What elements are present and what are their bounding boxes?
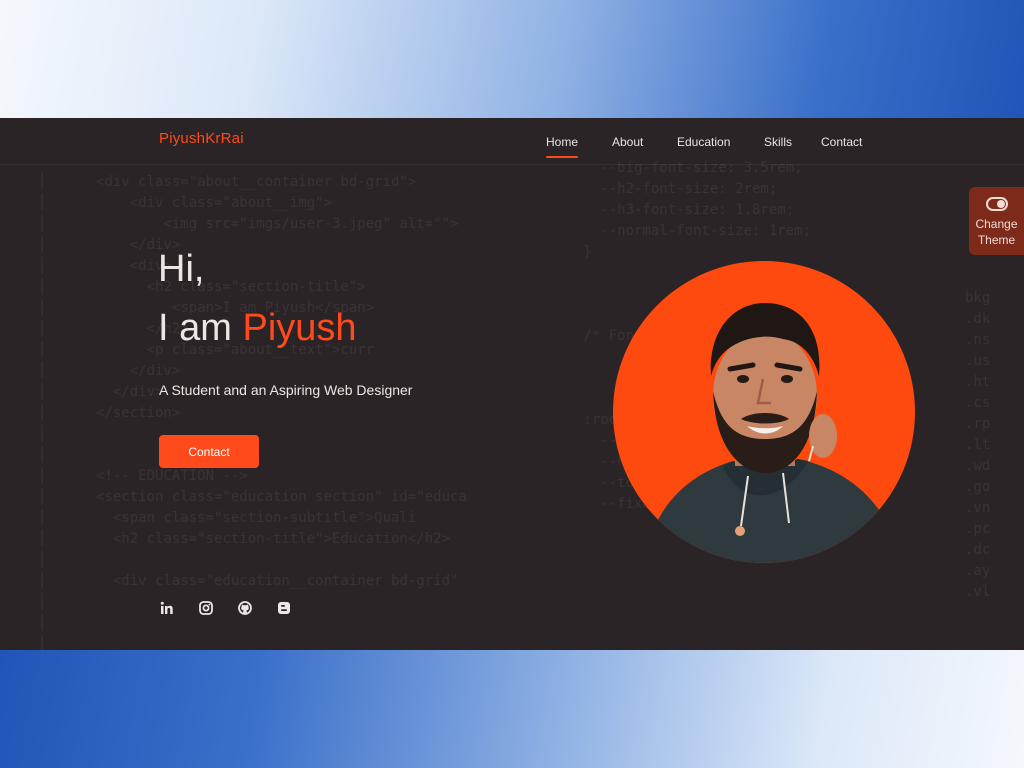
hero-intro-text: I am — [158, 307, 243, 349]
page-background-top — [0, 0, 1024, 118]
navbar: PiyushKrRai Home About Education Skills … — [0, 118, 1024, 165]
page-background-bottom — [0, 650, 1024, 768]
nav-link-skills[interactable]: Skills — [764, 135, 792, 149]
instagram-icon[interactable] — [199, 600, 213, 615]
profile-photo — [643, 303, 903, 563]
portfolio-page: │ │ │ │ │ │ │ │ │ │ │ │ │ │ │ │ │ │ │ │ … — [0, 118, 1024, 650]
toggle-icon — [985, 197, 1008, 211]
blogger-icon[interactable] — [277, 600, 291, 614]
linkedin-icon[interactable] — [160, 600, 174, 614]
site-logo[interactable]: PiyushKrRai — [159, 130, 244, 147]
change-theme-button[interactable]: Change Theme — [969, 187, 1024, 255]
contact-button[interactable]: Contact — [159, 435, 259, 468]
hero-intro: I am Piyush — [158, 307, 357, 350]
hero-subtitle: A Student and an Aspiring Web Designer — [159, 382, 413, 398]
nav-link-about[interactable]: About — [612, 135, 643, 149]
profile-avatar — [613, 261, 915, 563]
github-icon[interactable] — [238, 600, 252, 615]
hero-name: Piyush — [242, 307, 357, 349]
nav-link-education[interactable]: Education — [677, 135, 730, 149]
change-theme-label-line1: Change — [975, 217, 1018, 231]
nav-link-contact[interactable]: Contact — [821, 135, 862, 149]
hero-greeting: Hi, — [158, 248, 205, 290]
change-theme-label-line2: Theme — [977, 233, 1016, 247]
nav-link-home[interactable]: Home — [546, 135, 579, 158]
